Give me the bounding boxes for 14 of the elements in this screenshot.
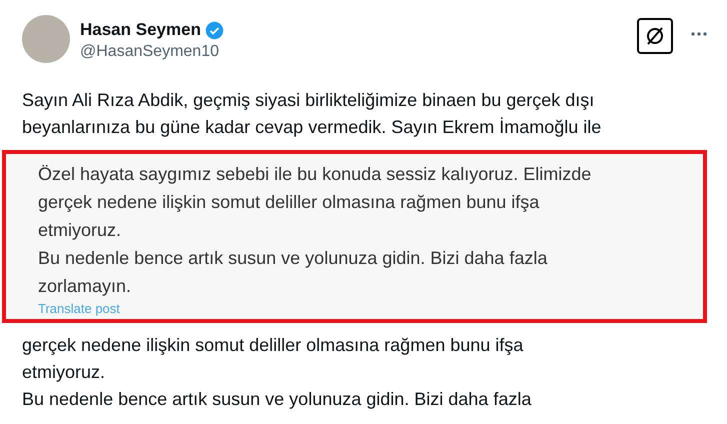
post-text-line: Bu nedenle bence artık susun ve yolunuza gidin. Bizi daha fazla bbox=[22, 388, 532, 411]
post-text-line: beyanlarınıza bu güne kadar cevap vermedik. Sayın Ekrem İmamoğlu ile bbox=[22, 116, 602, 139]
post-text-line: etmiyoruz. bbox=[22, 361, 106, 384]
quoted-text-line: zorlamayın. bbox=[38, 275, 132, 298]
quoted-text-line: gerçek nedene ilişkin somut deliller olmasına rağmen bunu ifşa bbox=[38, 191, 540, 214]
post-text-line: gerçek nedene ilişkin somut deliller olmasına rağmen bunu ifşa bbox=[22, 334, 524, 357]
post-text-line: Sayın Ali Rıza Abdik, geçmiş siyasi birlikteliğimize binaen bu gerçek dışı bbox=[22, 89, 596, 112]
more-icon[interactable] bbox=[691, 32, 707, 36]
quoted-text-line: Özel hayata saygımız sebebi ile bu konuda sessiz kalıyoruz. Elimizde bbox=[38, 163, 592, 186]
author-name[interactable]: Hasan Seymen bbox=[80, 19, 201, 41]
author-handle[interactable]: @HasanSeymen10 bbox=[80, 41, 224, 63]
quoted-text-line: Bu nedenle bence artık susun ve yolunuza gidin. Bizi daha fazla bbox=[38, 247, 548, 270]
quoted-text-line: etmiyoruz. bbox=[38, 219, 122, 242]
slashed-circle-icon bbox=[644, 25, 666, 47]
